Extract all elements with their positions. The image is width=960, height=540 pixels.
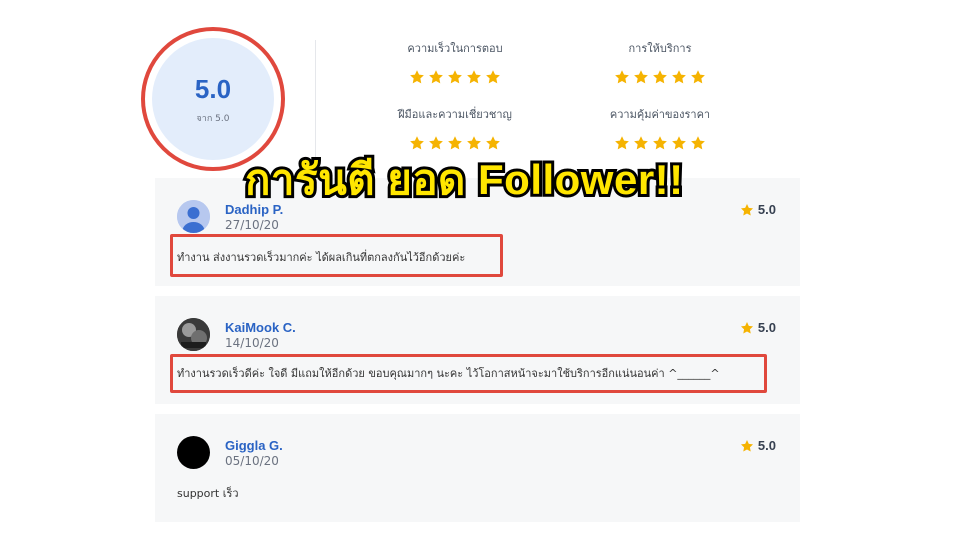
star-icon xyxy=(652,69,668,85)
review-rating: 5.0 xyxy=(740,438,776,453)
star-icon xyxy=(671,69,687,85)
category-label: การให้บริการ xyxy=(628,42,692,55)
star-icon xyxy=(740,439,754,453)
category-label: ความคุ้มค่าของราคา xyxy=(609,108,711,121)
star-icon xyxy=(447,69,463,85)
review-rating-value: 5.0 xyxy=(757,320,776,335)
promo-headline: การันตี ยอด Follower!! xyxy=(242,153,686,206)
star-icon xyxy=(690,69,706,85)
review-date: 14/10/20 xyxy=(225,336,279,350)
category-expertise: ฝีมือและความเชี่ยวชาญ xyxy=(375,105,535,151)
star-icon xyxy=(409,69,425,85)
reviewer-name[interactable]: KaiMook C. xyxy=(225,320,296,335)
photo-avatar[interactable] xyxy=(177,318,210,351)
category-service: การให้บริการ xyxy=(580,39,740,85)
review-date: 27/10/20 xyxy=(225,218,279,232)
category-response-speed: ความเร็วในการตอบ xyxy=(375,39,535,85)
category-label: ความเร็วในการตอบ xyxy=(407,42,503,55)
review-card: Giggla G. 05/10/20 5.0 support เร็ว xyxy=(155,414,800,522)
review-text: support เร็ว xyxy=(177,487,239,500)
star-icon xyxy=(633,69,649,85)
star-icon xyxy=(690,135,706,151)
star-icon xyxy=(740,321,754,335)
star-icon xyxy=(428,69,444,85)
review-highlight-box xyxy=(170,354,767,393)
category-label: ฝีมือและความเชี่ยวชาญ xyxy=(398,108,512,121)
review-rating: 5.0 xyxy=(740,320,776,335)
reviewer-name[interactable]: Giggla G. xyxy=(225,438,283,453)
person-avatar[interactable] xyxy=(177,200,210,233)
review-rating-value: 5.0 xyxy=(757,202,776,217)
category-stars xyxy=(580,69,740,85)
review-date: 05/10/20 xyxy=(225,454,279,468)
star-icon xyxy=(485,69,501,85)
black-avatar[interactable] xyxy=(177,436,210,469)
category-stars xyxy=(375,69,535,85)
star-icon xyxy=(466,69,482,85)
review-highlight-box xyxy=(170,234,503,277)
star-icon xyxy=(614,69,630,85)
category-value-for-money: ความคุ้มค่าของราคา xyxy=(580,105,740,151)
review-rating-value: 5.0 xyxy=(757,438,776,453)
